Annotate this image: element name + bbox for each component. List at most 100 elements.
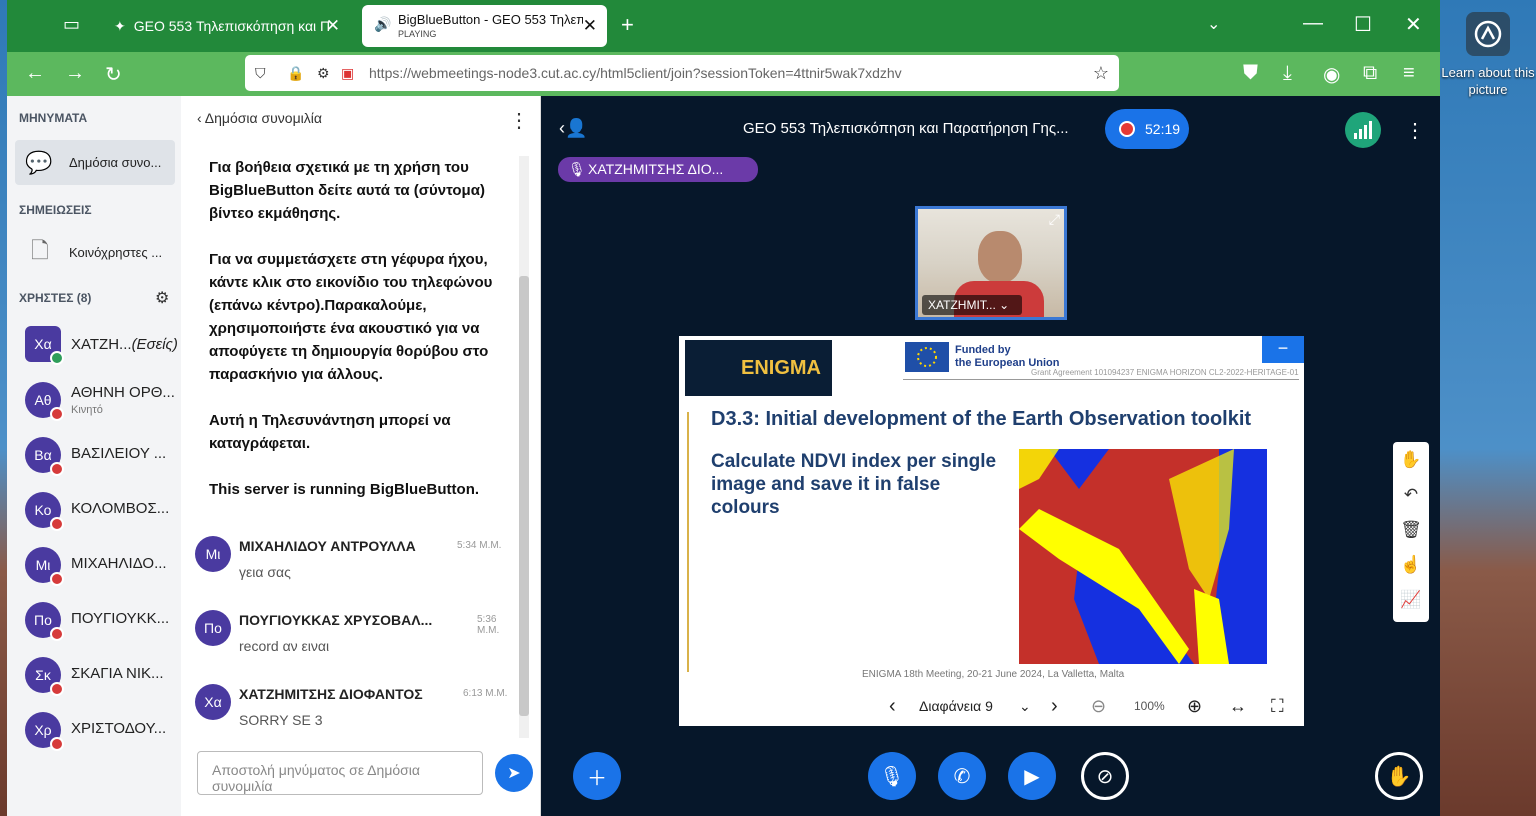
- back-icon[interactable]: ←: [25, 62, 45, 85]
- bookmark-star-icon[interactable]: ☆: [1093, 55, 1109, 91]
- welcome-message: Για βοήθεια σχετικά με τη χρήση του BigB…: [209, 159, 493, 498]
- downloads-icon[interactable]: ⤓: [1283, 62, 1292, 85]
- gear-icon[interactable]: ⚙: [155, 288, 169, 308]
- user-list-item[interactable]: Χα ΧΑΤΖΗ...(Εσείς): [7, 322, 181, 370]
- tab-manager-icon[interactable]: ▭: [63, 14, 80, 35]
- permissions-icon: ⚙: [317, 65, 330, 81]
- plus-icon: ＋: [587, 767, 607, 790]
- pocket-icon[interactable]: ⛊: [1243, 62, 1258, 85]
- sidebar-item-shared-notes[interactable]: 🗋 Κοινόχρηστες ...: [15, 230, 175, 275]
- hand-icon: ✋: [1386, 765, 1412, 788]
- share-screen-button[interactable]: ⊘: [1081, 752, 1129, 800]
- close-tab-icon[interactable]: ✕: [583, 16, 597, 36]
- account-icon[interactable]: ◉: [1323, 62, 1340, 87]
- minimize-window-icon[interactable]: —: [1303, 12, 1323, 35]
- status-icon: [50, 407, 64, 421]
- browser-window: ▭ ✦ GEO 553 Τηλεπισκόπηση και Πα ✕ 🔊 Big…: [7, 0, 1440, 816]
- options-menu-icon[interactable]: ⋮: [1405, 118, 1425, 143]
- user-name: ΒΑΣΙΛΕΙΟΥ ...: [71, 445, 167, 462]
- shield-icon: ⛉: [255, 65, 266, 81]
- raise-hand-button[interactable]: ✋: [1375, 752, 1423, 800]
- user-name: ΠΟΥΓΙΟΥΚΚ...: [71, 610, 170, 627]
- tab-title: GEO 553 Τηλεπισκόπηση και Πα: [133, 18, 329, 34]
- send-button[interactable]: ➤: [495, 754, 533, 792]
- avatar: Πο: [25, 602, 64, 641]
- menu-icon[interactable]: ≡: [1403, 62, 1415, 85]
- ndvi-image: [1019, 449, 1267, 664]
- slide-selector[interactable]: Διαφάνεια 9: [919, 698, 993, 714]
- leave-audio-button[interactable]: ✆: [938, 752, 986, 800]
- avatar: Αθ: [25, 382, 64, 421]
- learn-about-label: Learn about this picture: [1441, 65, 1535, 97]
- tab-bar: ▭ ✦ GEO 553 Τηλεπισκόπηση και Πα ✕ 🔊 Big…: [7, 0, 1440, 52]
- user-list-item[interactable]: Σκ ΣΚΑΓΙΑ ΝΙΚ...: [7, 653, 181, 701]
- tab-bigbluebutton[interactable]: 🔊 BigBlueButton - GEO 553 Τηλεπ PLAYING …: [362, 5, 607, 47]
- undo-icon[interactable]: ↶: [1393, 477, 1429, 512]
- talking-indicator[interactable]: 🎙 ΧΑΤΖΗΜΙΤΣΗΣ ΔΙΟ...: [558, 157, 758, 182]
- notes-icon: 🗋: [31, 237, 49, 263]
- expand-icon[interactable]: ⤢: [1049, 211, 1060, 228]
- whiteboard-toolbar: ✋ ↶ 🗑 ☝ 📈: [1393, 442, 1429, 622]
- reload-icon[interactable]: ↻: [105, 62, 122, 87]
- chart-icon[interactable]: 📈: [1393, 582, 1429, 617]
- webcam-tile[interactable]: ⤢ ΧΑΤΖΗΜΙΤ... ⌄: [915, 206, 1067, 320]
- message-time: 6:13 Μ.Μ.: [463, 688, 508, 699]
- new-tab-button[interactable]: +: [621, 12, 634, 38]
- mute-button[interactable]: 🎙: [868, 752, 916, 800]
- message-author: ΠΟΥΓΙΟΥΚΚΑΣ ΧΡΥΣΟΒΑΛ...: [239, 612, 433, 628]
- user-list-item[interactable]: Μι ΜΙΧΑΗΛΙΔΟ...: [7, 543, 181, 591]
- avatar: Μι: [195, 536, 231, 572]
- user-name: ΧΡΙΣΤΟΔΟΥ...: [71, 720, 167, 737]
- chat-options-icon[interactable]: ⋮: [509, 108, 529, 133]
- lock-icon: 🔒: [287, 65, 305, 81]
- tab-favicon-icon: ✦: [114, 17, 126, 34]
- address-bar[interactable]: ⛉ 🔒 ⚙ ▣ https://webmeetings-node3.cut.ac…: [245, 55, 1119, 91]
- tab-playing-label: PLAYING: [398, 29, 437, 39]
- user-list-item[interactable]: Κο ΚΟΛΟΜΒΟΣ...: [7, 488, 181, 536]
- url-text: https://webmeetings-node3.cut.ac.cy/html…: [369, 65, 902, 81]
- previous-slide-icon[interactable]: ‹: [889, 695, 896, 718]
- connection-status-icon[interactable]: [1345, 112, 1381, 148]
- tab-geo553[interactable]: ✦ GEO 553 Τηλεπισκόπηση και Πα ✕: [102, 5, 350, 47]
- next-slide-icon[interactable]: ›: [1051, 695, 1058, 718]
- sidebar-item-public-chat[interactable]: 💬 Δημόσια συνο...: [15, 140, 175, 185]
- zoom-in-icon[interactable]: ⊕: [1187, 696, 1202, 717]
- users-header: ΧΡΗΣΤΕΣ (8): [19, 291, 92, 305]
- chevron-down-icon[interactable]: ⌄: [1207, 14, 1220, 34]
- toggle-userlist-icon[interactable]: ‹👤: [559, 118, 587, 139]
- maximize-window-icon[interactable]: ☐: [1354, 12, 1372, 37]
- fit-width-icon[interactable]: ↔: [1229, 696, 1247, 717]
- chat-header[interactable]: ‹ Δημόσια συνομιλία: [197, 110, 322, 126]
- chevron-down-icon[interactable]: ⌄: [1019, 698, 1031, 715]
- hand-tool-icon[interactable]: ✋: [1393, 442, 1429, 477]
- user-list-item[interactable]: Βα ΒΑΣΙΛΕΙΟΥ ...: [7, 433, 181, 481]
- extensions-icon[interactable]: ⧉: [1363, 62, 1377, 85]
- user-list-item[interactable]: Χρ ΧΡΙΣΤΟΔΟΥ...: [7, 708, 181, 756]
- fullscreen-icon[interactable]: ⛶: [1271, 696, 1284, 717]
- share-webcam-button[interactable]: ▶: [1008, 752, 1056, 800]
- user-list-item[interactable]: Πο ΠΟΥΓΙΟΥΚΚ...: [7, 598, 181, 646]
- message-text: record αν ειναι: [239, 638, 330, 654]
- webcam-label[interactable]: ΧΑΤΖΗΜΙΤ... ⌄: [922, 295, 1022, 315]
- learn-about-picture[interactable]: Learn about this picture: [1440, 10, 1536, 98]
- user-list-item[interactable]: Αθ ΑΘΗΝΗ ΟΡΘ... Κινητό: [7, 378, 181, 426]
- user-name: ΜΙΧΑΗΛΙΔΟ...: [71, 555, 167, 572]
- chat-scrollbar[interactable]: [519, 156, 529, 738]
- close-window-icon[interactable]: ✕: [1405, 12, 1422, 37]
- avatar: Χρ: [25, 712, 64, 751]
- multi-user-icon[interactable]: ☝: [1393, 547, 1429, 582]
- avatar: Κο: [25, 492, 64, 531]
- forward-icon[interactable]: →: [65, 62, 85, 85]
- trash-icon[interactable]: 🗑: [1393, 512, 1429, 547]
- recording-indicator[interactable]: 52:19: [1105, 109, 1189, 149]
- user-name: ΣΚΑΓΙΑ ΝΙΚ...: [71, 665, 164, 682]
- chat-input[interactable]: Αποστολή μηνύματος σε Δημόσια συνομιλία: [197, 751, 483, 795]
- close-tab-icon[interactable]: ✕: [326, 16, 340, 36]
- presentation-slide: ENIGMA Funded by the European Union Grant…: [679, 336, 1304, 686]
- chat-title: Δημόσια συνομιλία: [204, 110, 322, 126]
- minimize-presentation-button[interactable]: −: [1262, 336, 1304, 363]
- message-author: ΜΙΧΑΗΛΙΔΟΥ ΑΝΤΡΟΥΛΛΑ: [239, 538, 416, 554]
- actions-button[interactable]: ＋: [573, 752, 621, 800]
- zoom-out-icon[interactable]: ⊖: [1091, 696, 1106, 717]
- user-name: ΚΟΛΟΜΒΟΣ...: [71, 500, 170, 517]
